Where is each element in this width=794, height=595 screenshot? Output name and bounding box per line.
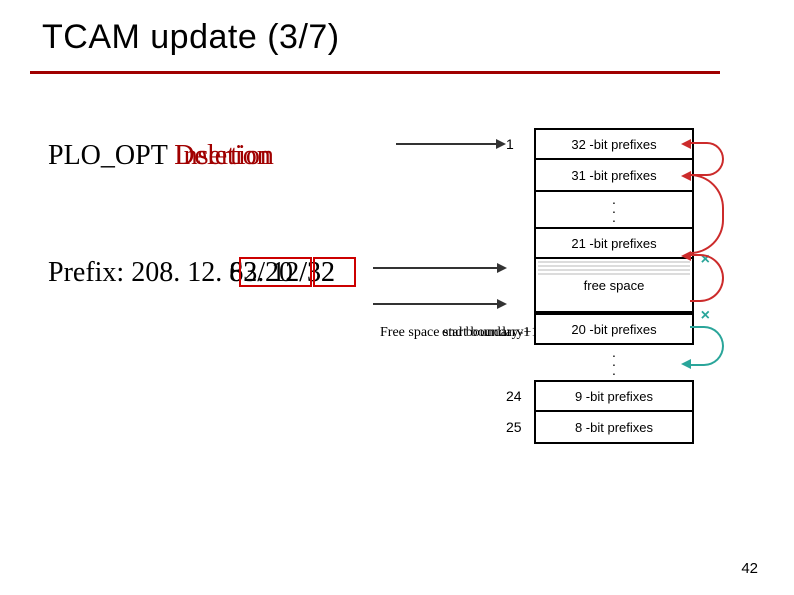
teal-x-2: ×	[701, 307, 710, 325]
label-9bit: 9 -bit prefixes	[575, 389, 653, 404]
plo-overlaid-word: Insertion Deletion	[174, 140, 274, 172]
arrow-free-top	[373, 267, 505, 269]
fs-overlay2: end boundary	[442, 325, 519, 340]
slide-title: TCAM update (3/7)	[42, 18, 340, 57]
title-underline	[30, 71, 720, 74]
plo-prefix: PLO_OPT	[48, 140, 174, 171]
swoop-red-2-head	[681, 171, 691, 181]
swoop-red-3	[690, 254, 724, 302]
free-shade	[538, 261, 690, 275]
swoop-red-2	[690, 174, 724, 254]
rownum-25: 25	[506, 419, 522, 435]
row-20bit: 20 -bit prefixes ×	[534, 313, 694, 345]
page-number: 42	[741, 560, 758, 577]
fs-overlay2-wrapper: end boundary-1	[442, 325, 530, 341]
label-20bit: 20 -bit prefixes	[571, 322, 656, 337]
rownum-24: 24	[506, 388, 522, 404]
plo-word-deletion: Deletion	[174, 140, 270, 172]
rownum-1: 1	[506, 136, 514, 152]
row-8bit: 25 8 -bit prefixes	[534, 412, 694, 444]
swoop-teal-head	[681, 359, 691, 369]
redbox-len	[313, 257, 356, 287]
label-31bit: 31 -bit prefixes	[571, 168, 656, 183]
row-31bit: 31 -bit prefixes	[534, 160, 694, 192]
prefix-lead: Prefix: 208. 12.	[48, 257, 229, 288]
label-freespace: free space	[584, 278, 645, 293]
tcam-diagram: 1 32 -bit prefixes 31 -bit prefixes ... …	[534, 128, 694, 444]
plo-opt-label: PLO_OPT Insertion Deletion	[48, 140, 274, 172]
label-21bit: 21 -bit prefixes	[571, 236, 656, 251]
swoop-red-1	[690, 142, 724, 176]
vdots-2: ...	[534, 345, 694, 380]
label-32bit: 32 -bit prefixes	[571, 137, 656, 152]
vdots-1: ...	[534, 192, 694, 227]
row-freespace: free space ×	[534, 259, 694, 313]
redbox-octet	[239, 257, 312, 287]
row-21bit: 21 -bit prefixes	[534, 227, 694, 259]
arrow-to-row1	[396, 143, 504, 145]
row-9bit: 24 9 -bit prefixes	[534, 380, 694, 412]
label-8bit: 8 -bit prefixes	[575, 420, 653, 435]
arrow-free-bottom	[373, 303, 505, 305]
fs-base: Free space	[380, 325, 443, 340]
slide: TCAM update (3/7) PLO_OPT Insertion Dele…	[0, 0, 794, 595]
swoop-teal	[690, 326, 724, 366]
swoop-red-1-head	[681, 139, 691, 149]
fs-tail2: -1	[519, 325, 531, 340]
row-32bit: 1 32 -bit prefixes	[534, 128, 694, 160]
swoop-red-3-head	[681, 251, 691, 261]
